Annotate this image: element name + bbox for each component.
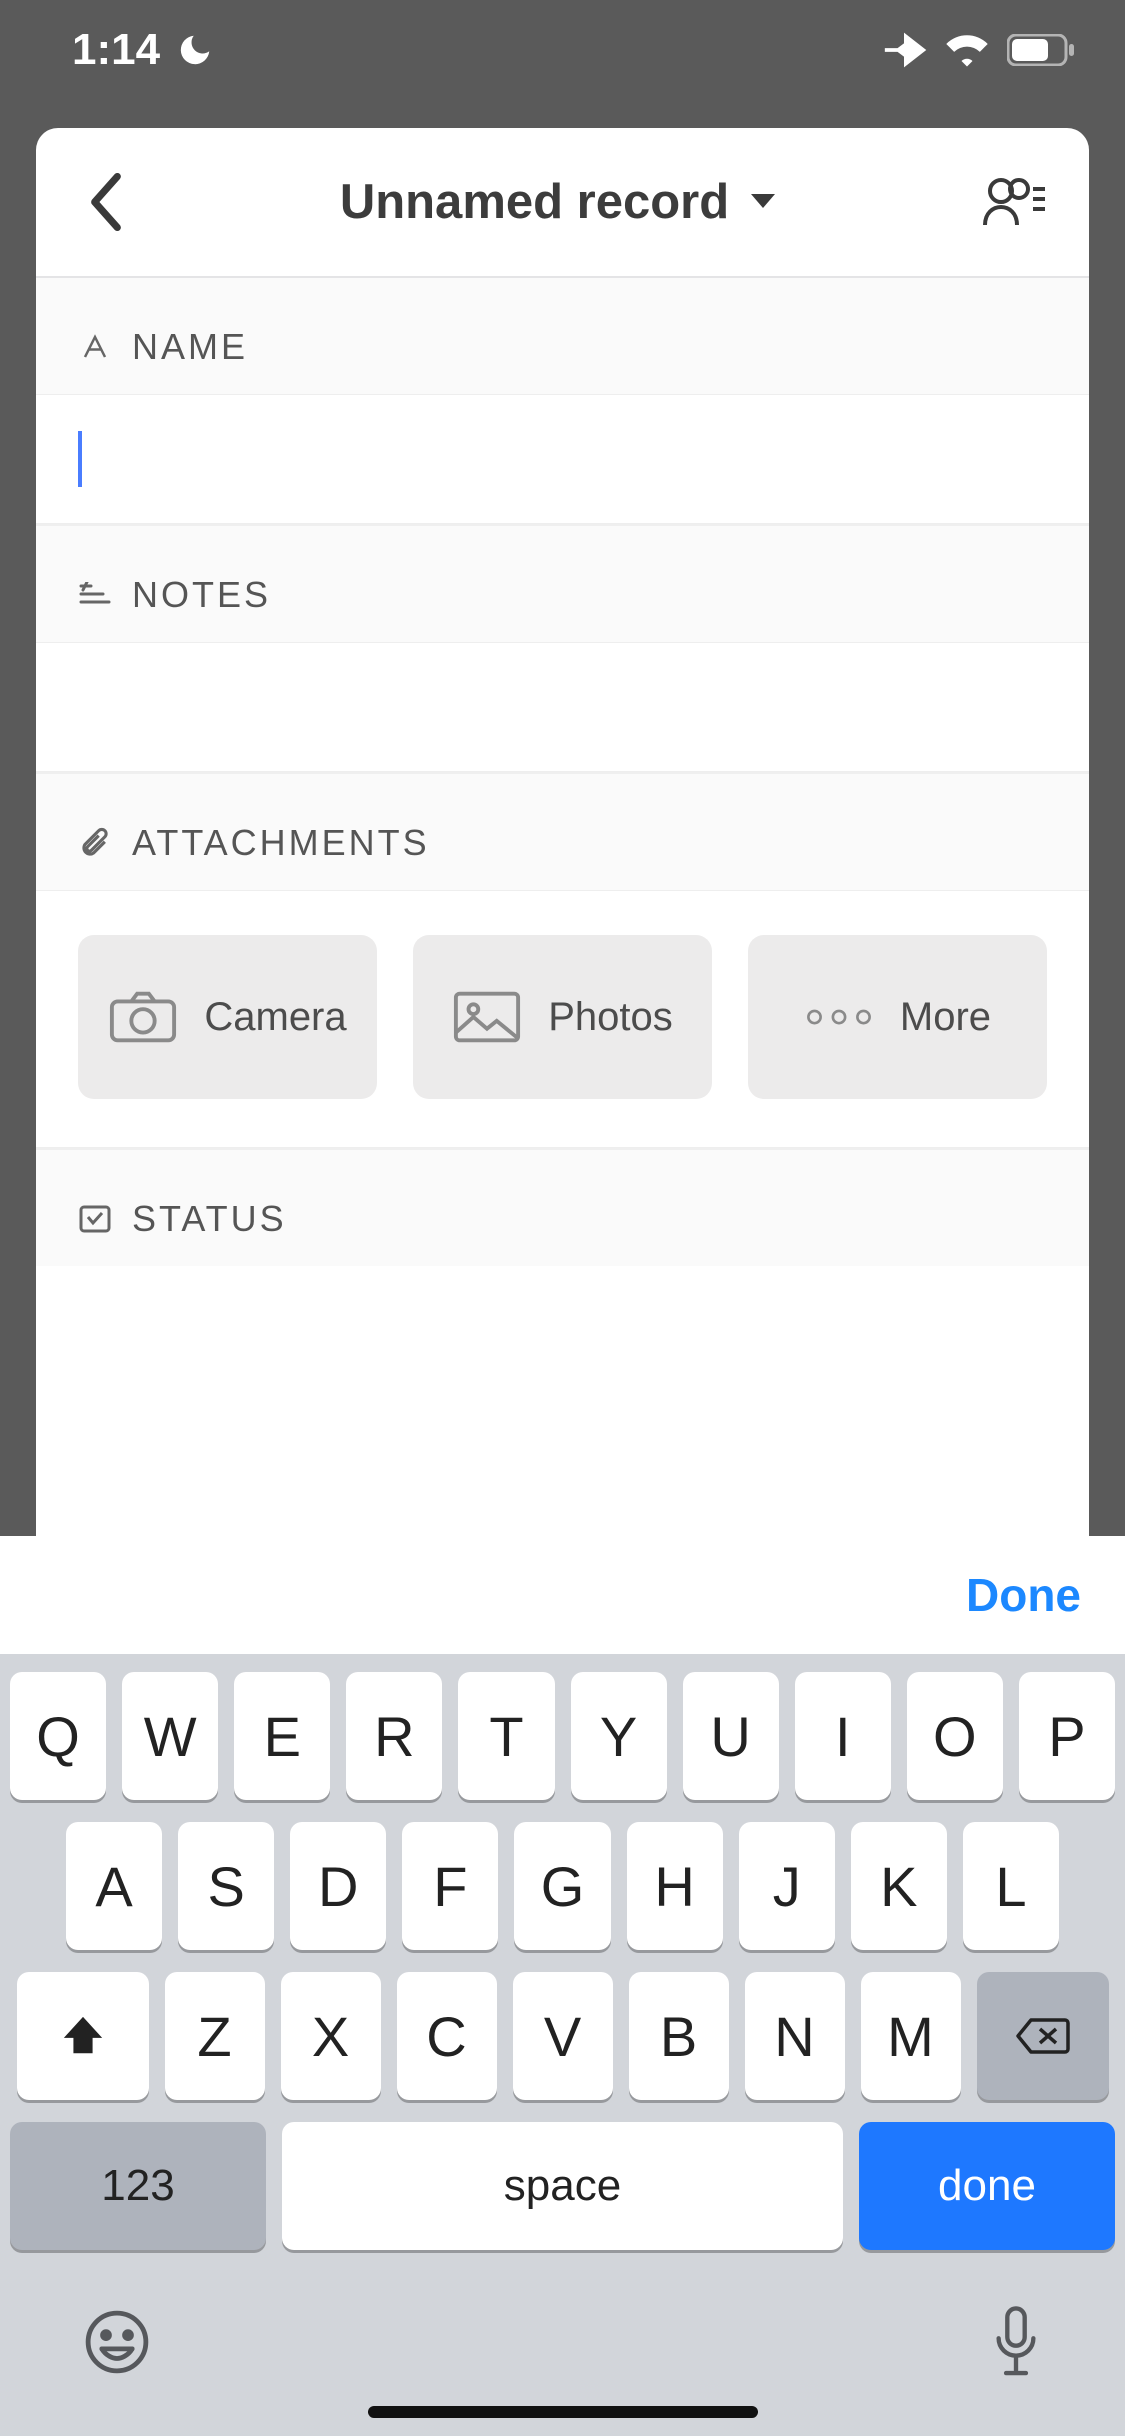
key-space[interactable]: space — [282, 2122, 843, 2250]
battery-icon — [1007, 34, 1077, 66]
attach-photos-label: Photos — [548, 995, 673, 1040]
attach-photos-button[interactable]: Photos — [413, 935, 712, 1099]
attachments-label: ATTACHMENTS — [132, 822, 430, 864]
attachments-buttons-row: Camera Photos More — [36, 890, 1089, 1148]
key-v[interactable]: V — [513, 1972, 613, 2100]
key-u[interactable]: U — [683, 1672, 779, 1800]
name-field-header: NAME — [36, 278, 1089, 394]
dictation-button[interactable] — [991, 2306, 1041, 2378]
key-y[interactable]: Y — [571, 1672, 667, 1800]
status-time: 1:14 — [72, 25, 160, 75]
key-l[interactable]: L — [963, 1822, 1059, 1950]
wifi-icon — [945, 33, 989, 67]
key-q[interactable]: Q — [10, 1672, 106, 1800]
key-h[interactable]: H — [627, 1822, 723, 1950]
notes-label: NOTES — [132, 574, 271, 616]
key-o[interactable]: O — [907, 1672, 1003, 1800]
key-t[interactable]: T — [458, 1672, 554, 1800]
key-x[interactable]: X — [281, 1972, 381, 2100]
key-g[interactable]: G — [514, 1822, 610, 1950]
key-w[interactable]: W — [122, 1672, 218, 1800]
airplane-mode-icon — [881, 27, 927, 73]
home-indicator[interactable] — [368, 2406, 758, 2418]
key-j[interactable]: J — [739, 1822, 835, 1950]
attach-camera-label: Camera — [204, 995, 346, 1040]
keyboard-accessory: Done QWERTYUIOP ASDFGHJKL ZXCVBNM 123 sp… — [0, 1536, 1125, 2436]
key-numbers[interactable]: 123 — [10, 2122, 266, 2250]
key-c[interactable]: C — [397, 1972, 497, 2100]
name-label: NAME — [132, 326, 248, 368]
record-title-dropdown[interactable]: Unnamed record — [136, 174, 979, 230]
notes-icon — [78, 578, 112, 612]
key-i[interactable]: I — [795, 1672, 891, 1800]
key-backspace[interactable] — [977, 1972, 1109, 2100]
text-icon — [78, 330, 112, 364]
key-k[interactable]: K — [851, 1822, 947, 1950]
key-s[interactable]: S — [178, 1822, 274, 1950]
name-input-row[interactable] — [36, 394, 1089, 524]
camera-icon — [108, 989, 178, 1045]
keyboard-done-button[interactable]: Done — [966, 1568, 1081, 1622]
keyboard-toolbar: Done — [0, 1536, 1125, 1654]
do-not-disturb-icon — [176, 31, 214, 69]
attach-more-button[interactable]: More — [748, 935, 1047, 1099]
paperclip-icon — [78, 826, 112, 860]
select-icon — [78, 1202, 112, 1236]
notes-input-row[interactable] — [36, 642, 1089, 772]
key-b[interactable]: B — [629, 1972, 729, 2100]
notes-field-header: NOTES — [36, 524, 1089, 642]
status-label: STATUS — [132, 1198, 287, 1240]
attachments-field-header: ATTACHMENTS — [36, 772, 1089, 890]
key-shift[interactable] — [17, 1972, 149, 2100]
share-contacts-button[interactable] — [979, 167, 1049, 237]
attach-more-label: More — [900, 995, 991, 1040]
key-r[interactable]: R — [346, 1672, 442, 1800]
key-d[interactable]: D — [290, 1822, 386, 1950]
key-z[interactable]: Z — [165, 1972, 265, 2100]
status-bar: 1:14 — [0, 0, 1125, 100]
key-done[interactable]: done — [859, 2122, 1115, 2250]
more-icon — [804, 989, 874, 1045]
key-m[interactable]: M — [861, 1972, 961, 2100]
attach-camera-button[interactable]: Camera — [78, 935, 377, 1099]
key-n[interactable]: N — [745, 1972, 845, 2100]
key-e[interactable]: E — [234, 1672, 330, 1800]
photos-icon — [452, 989, 522, 1045]
app-header: Unnamed record — [36, 128, 1089, 278]
keyboard: QWERTYUIOP ASDFGHJKL ZXCVBNM 123 space d… — [0, 1654, 1125, 2436]
key-a[interactable]: A — [66, 1822, 162, 1950]
chevron-down-icon — [751, 194, 775, 210]
status-field-header: STATUS — [36, 1148, 1089, 1266]
page-title: Unnamed record — [340, 174, 729, 230]
emoji-button[interactable] — [84, 2309, 150, 2375]
key-f[interactable]: F — [402, 1822, 498, 1950]
key-p[interactable]: P — [1019, 1672, 1115, 1800]
back-button[interactable] — [76, 157, 136, 247]
